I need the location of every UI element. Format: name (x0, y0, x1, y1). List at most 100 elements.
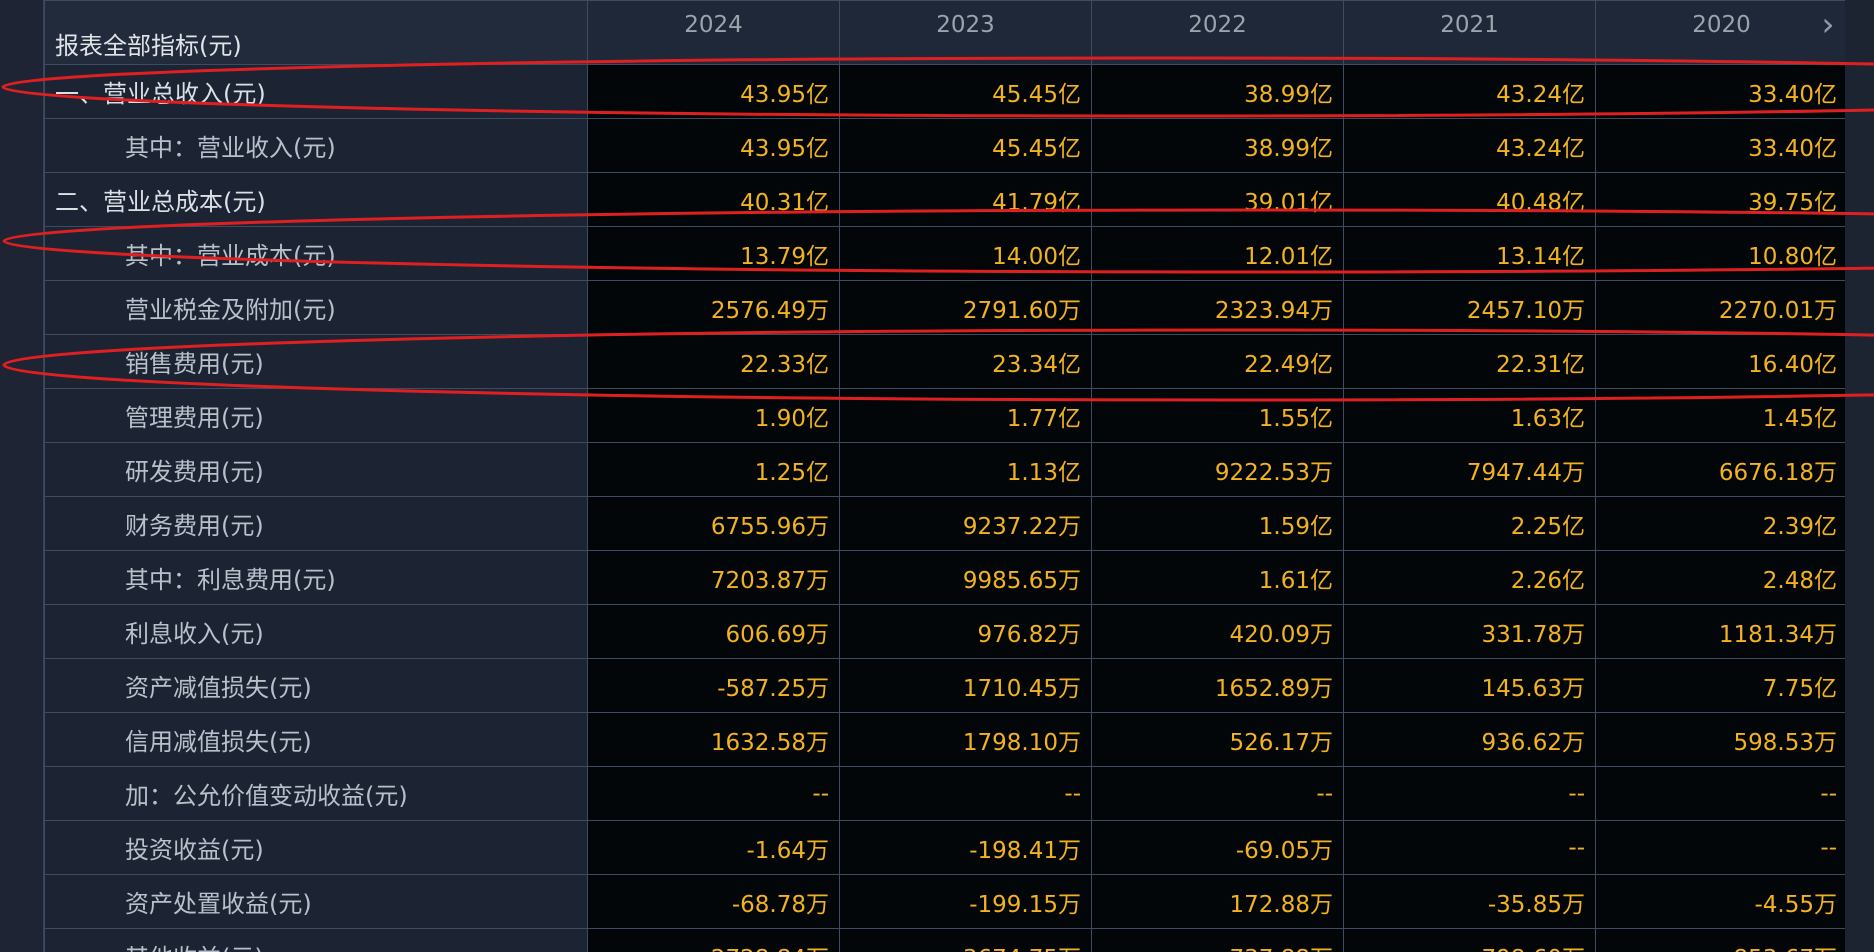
table-row[interactable]: 利息收入(元) 606.69万 976.82万 420.09万 331.78万 1181.… (44, 604, 1846, 659)
table-row[interactable]: 研发费用(元) 1.25亿 1.13亿 9222.53万 7947.44万 6676.18… (44, 442, 1846, 497)
table-row[interactable]: 财务费用(元) 6755.96万 9237.22万 1.59亿 2.25亿 2.39亿 (44, 496, 1846, 551)
value-cell-2021: 40.48亿 (1343, 172, 1596, 227)
value-cell-2023: 45.45亿 (839, 64, 1092, 119)
value-cell-2021: 798.60万 (1343, 928, 1596, 952)
value-cell-2020: 2.39亿 (1595, 496, 1846, 551)
value-cell-2024: -1.64万 (587, 820, 840, 875)
year-header-2020[interactable]: 2020 ›› (1595, 0, 1846, 65)
value-cell-2022: 38.99亿 (1091, 64, 1344, 119)
value-cell-2024: 43.95亿 (587, 64, 840, 119)
value-cell-2021: -35.85万 (1343, 874, 1596, 929)
value-cell-2021: -- (1343, 766, 1596, 821)
left-gutter (0, 0, 43, 952)
value-cell-2022: 22.49亿 (1091, 334, 1344, 389)
table-row[interactable]: 资产处置收益(元) -68.78万 -199.15万 172.88万 -35.85万 -4… (44, 874, 1846, 929)
value-cell-2021: 936.62万 (1343, 712, 1596, 767)
table-row[interactable]: 销售费用(元) 22.33亿 23.34亿 22.49亿 22.31亿 16.40亿 (44, 334, 1846, 389)
table-row[interactable]: 信用减值损失(元) 1632.58万 1798.10万 526.17万 936.62万 5… (44, 712, 1846, 767)
table-row[interactable]: 其中：营业成本(元) 13.79亿 14.00亿 12.01亿 13.14亿 10.80亿 (44, 226, 1846, 281)
row-label: 一、营业总收入(元) (44, 64, 588, 119)
value-cell-2022: 1.55亿 (1091, 388, 1344, 443)
value-cell-2020: 1.45亿 (1595, 388, 1846, 443)
row-label: 其中：营业收入(元) (44, 118, 588, 173)
row-label: 利息收入(元) (44, 604, 588, 659)
table-row[interactable]: 其他收益(元)2728.84万3674.75万737.88万798.60万853… (44, 928, 1846, 952)
row-label: 资产减值损失(元) (44, 658, 588, 713)
value-cell-2020: 33.40亿 (1595, 118, 1846, 173)
indicator-header: 报表全部指标(元) (44, 0, 588, 65)
value-cell-2023: 9985.65万 (839, 550, 1092, 605)
value-cell-2021: 13.14亿 (1343, 226, 1596, 281)
row-label: 其中：营业成本(元) (44, 226, 588, 281)
table-row[interactable]: 资产减值损失(元) -587.25万 1710.45万 1652.89万 145.63万… (44, 658, 1846, 713)
value-cell-2024: 1.25亿 (587, 442, 840, 497)
value-cell-2023: 14.00亿 (839, 226, 1092, 281)
table-row[interactable]: 管理费用(元) 1.90亿 1.77亿 1.55亿 1.63亿 1.45亿 (44, 388, 1846, 443)
row-label: 二、营业总成本(元) (44, 172, 588, 227)
year-label: 2021 (1440, 12, 1499, 38)
value-cell-2022: 1.61亿 (1091, 550, 1344, 605)
row-label: 信用减值损失(元) (44, 712, 588, 767)
year-label: 2024 (684, 12, 743, 38)
year-header-2021[interactable]: 2021 (1343, 0, 1596, 65)
value-cell-2023: 976.82万 (839, 604, 1092, 659)
row-label: 营业税金及附加(元) (44, 280, 588, 335)
value-cell-2020: 10.80亿 (1595, 226, 1846, 281)
value-cell-2023: 9237.22万 (839, 496, 1092, 551)
value-cell-2020: 2.48亿 (1595, 550, 1846, 605)
row-label: 其中：利息费用(元) (44, 550, 588, 605)
table-row[interactable]: 其中：营业收入(元) 43.95亿 45.45亿 38.99亿 43.24亿 33.40亿 (44, 118, 1846, 173)
value-cell-2020: 39.75亿 (1595, 172, 1846, 227)
value-cell-2022: 420.09万 (1091, 604, 1344, 659)
table-row[interactable]: 二、营业总成本(元) 40.31亿 41.79亿 39.01亿 40.48亿 39.75亿 (44, 172, 1846, 227)
value-cell-2022: 12.01亿 (1091, 226, 1344, 281)
value-cell-2024: 43.95亿 (587, 118, 840, 173)
value-cell-2024: 1.90亿 (587, 388, 840, 443)
row-label: 加：公允价值变动收益(元) (44, 766, 588, 821)
value-cell-2021: 43.24亿 (1343, 64, 1596, 119)
value-cell-2021: 2457.10万 (1343, 280, 1596, 335)
table-row[interactable]: 其中：利息费用(元) 7203.87万 9985.65万 1.61亿 2.26亿 2.48… (44, 550, 1846, 605)
value-cell-2023: 2791.60万 (839, 280, 1092, 335)
value-cell-2020: 2270.01万 (1595, 280, 1846, 335)
table-row[interactable]: 加：公允价值变动收益(元) -- -- -- -- -- (44, 766, 1846, 821)
double-chevron-right-icon[interactable]: ›› (1809, 9, 1835, 41)
value-cell-2022: -- (1091, 766, 1344, 821)
value-cell-2024: -68.78万 (587, 874, 840, 929)
value-cell-2023: 3674.75万 (839, 928, 1092, 952)
value-cell-2020: 853.67万 (1595, 928, 1846, 952)
value-cell-2021: 331.78万 (1343, 604, 1596, 659)
table-row[interactable]: 投资收益(元) -1.64万 -198.41万 -69.05万 -- -- (44, 820, 1846, 875)
table-body: 一、营业总收入(元) 43.95亿 45.45亿 38.99亿 43.24亿 33.40亿… (44, 64, 1846, 952)
value-cell-2023: -198.41万 (839, 820, 1092, 875)
value-cell-2020: -- (1595, 820, 1846, 875)
value-cell-2021: 7947.44万 (1343, 442, 1596, 497)
year-label: 2022 (1188, 12, 1247, 38)
value-cell-2024: 1632.58万 (587, 712, 840, 767)
row-label: 销售费用(元) (44, 334, 588, 389)
value-cell-2023: 41.79亿 (839, 172, 1092, 227)
value-cell-2021: 43.24亿 (1343, 118, 1596, 173)
value-cell-2024: 13.79亿 (587, 226, 840, 281)
year-header-2024[interactable]: 2024 (587, 0, 840, 65)
row-label: 研发费用(元) (44, 442, 588, 497)
value-cell-2024: -587.25万 (587, 658, 840, 713)
value-cell-2022: 172.88万 (1091, 874, 1344, 929)
table-row[interactable]: 营业税金及附加(元) 2576.49万 2791.60万 2323.94万 2457.1… (44, 280, 1846, 335)
table-row[interactable]: 一、营业总收入(元) 43.95亿 45.45亿 38.99亿 43.24亿 33.40亿 (44, 64, 1846, 119)
year-header-2023[interactable]: 2023 (839, 0, 1092, 65)
row-label: 资产处置收益(元) (44, 874, 588, 929)
value-cell-2021: 2.26亿 (1343, 550, 1596, 605)
value-cell-2021: 1.63亿 (1343, 388, 1596, 443)
value-cell-2024: 2576.49万 (587, 280, 840, 335)
value-cell-2020: 7.75亿 (1595, 658, 1846, 713)
value-cell-2023: 23.34亿 (839, 334, 1092, 389)
year-header-2022[interactable]: 2022 (1091, 0, 1344, 65)
income-statement-table: 报表全部指标(元) 2024 2023 2022 2021 2020 ›› 一、… (44, 0, 1846, 952)
value-cell-2022: 737.88万 (1091, 928, 1344, 952)
value-cell-2021: 2.25亿 (1343, 496, 1596, 551)
value-cell-2023: 45.45亿 (839, 118, 1092, 173)
value-cell-2024: -- (587, 766, 840, 821)
value-cell-2023: 1710.45万 (839, 658, 1092, 713)
value-cell-2024: 40.31亿 (587, 172, 840, 227)
